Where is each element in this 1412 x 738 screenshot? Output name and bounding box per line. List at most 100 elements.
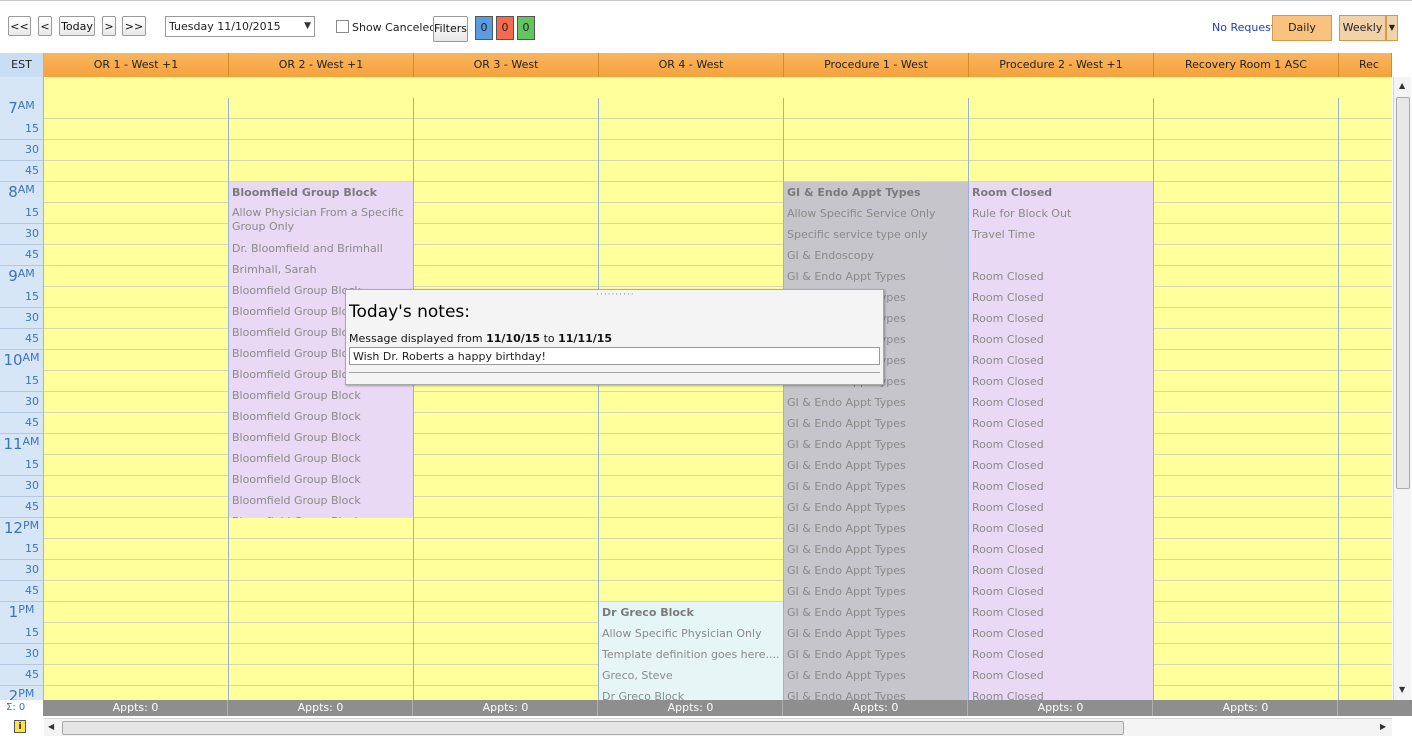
hour-number: 9 bbox=[8, 267, 18, 285]
todays-notes-popup[interactable]: ·········· Today's notes: Message displa… bbox=[345, 289, 884, 385]
block-line: Room Closed bbox=[972, 291, 1044, 304]
last-button[interactable]: >> bbox=[122, 16, 146, 36]
block-line: Room Closed bbox=[972, 396, 1044, 409]
quarter-label: 45 bbox=[0, 161, 43, 182]
vertical-scrollbar[interactable]: ▲ ▼ bbox=[1393, 77, 1411, 700]
all-day-strip[interactable] bbox=[44, 77, 1392, 99]
greco-block[interactable]: Dr Greco Block Allow Specific Physician … bbox=[599, 602, 783, 700]
hour-number: 12 bbox=[3, 519, 23, 537]
block-line: Brimhall, Sarah bbox=[232, 263, 317, 276]
grid-column-or4[interactable]: Dr Greco Block Allow Specific Physician … bbox=[599, 98, 784, 700]
column-header-recovery2[interactable]: Rec bbox=[1339, 53, 1392, 77]
grid-column-or2[interactable]: Bloomfield Group Block Allow Physician F… bbox=[229, 98, 414, 700]
today-button[interactable]: Today bbox=[59, 16, 95, 36]
hour-label: 1PM bbox=[0, 603, 43, 624]
block-line: GI & Endo Appt Types bbox=[787, 480, 906, 493]
block-line: Room Closed bbox=[972, 627, 1044, 640]
block-line: GI & Endo Appt Types bbox=[787, 396, 906, 409]
count-badge-blue[interactable]: 0 bbox=[475, 16, 493, 40]
column-header-recovery1[interactable]: Recovery Room 1 ASC bbox=[1154, 53, 1339, 77]
hour-number: 8 bbox=[8, 183, 18, 201]
toolbar: << < Today > >> Tuesday 11/10/2015 ▼ Sho… bbox=[0, 0, 1412, 51]
count-badge-green[interactable]: 0 bbox=[517, 16, 535, 40]
block-line: Room Closed bbox=[972, 543, 1044, 556]
popup-title: Today's notes: bbox=[349, 302, 470, 322]
block-line: Room Closed bbox=[972, 501, 1044, 514]
first-button[interactable]: << bbox=[8, 16, 31, 36]
block-line: GI & Endo Appt Types bbox=[787, 543, 906, 556]
grid-column-recovery1[interactable] bbox=[1154, 98, 1339, 700]
block-line: Room Closed bbox=[972, 333, 1044, 346]
horizontal-scroll-thumb[interactable] bbox=[62, 721, 1124, 735]
popup-message-prefix: Message displayed from bbox=[349, 332, 487, 345]
count-badge-red[interactable]: 0 bbox=[496, 16, 514, 40]
block-line: GI & Endo Appt Types bbox=[787, 627, 906, 640]
column-header-or2[interactable]: OR 2 - West +1 bbox=[229, 53, 414, 77]
quarter-label: 15 bbox=[0, 371, 43, 392]
block-line: Room Closed bbox=[972, 564, 1044, 577]
quarter-label: 30 bbox=[0, 560, 43, 581]
vertical-scroll-thumb[interactable] bbox=[1396, 97, 1410, 489]
quarter-label: 45 bbox=[0, 245, 43, 266]
hour-label: 2PM bbox=[0, 687, 43, 700]
scroll-left-icon[interactable]: ◀ bbox=[48, 722, 54, 731]
block-line: GI & Endo Appt Types bbox=[787, 648, 906, 661]
block-line: Room Closed bbox=[972, 480, 1044, 493]
hour-number: 10 bbox=[3, 351, 23, 369]
scroll-down-icon[interactable]: ▼ bbox=[1399, 685, 1405, 694]
column-header-or1[interactable]: OR 1 - West +1 bbox=[44, 53, 229, 77]
quarter-label: 30 bbox=[0, 308, 43, 329]
next-button[interactable]: > bbox=[102, 16, 116, 36]
block-line: Room Closed bbox=[972, 606, 1044, 619]
quarter-label: 45 bbox=[0, 413, 43, 434]
block-line: Room Closed bbox=[972, 375, 1044, 388]
grid-column-procedure2[interactable]: Room Closed Rule for Block Out Travel Tim… bbox=[969, 98, 1154, 700]
scroll-right-icon[interactable]: ▶ bbox=[1380, 722, 1386, 731]
chevron-down-icon: ▼ bbox=[304, 21, 311, 31]
sigma-total: Σ: 0 bbox=[0, 700, 43, 716]
column-header-procedure1[interactable]: Procedure 1 - West bbox=[784, 53, 969, 77]
block-line: Allow Specific Physician Only bbox=[602, 627, 762, 640]
block-line: Bloomfield Group Block bbox=[229, 511, 413, 518]
block-line: Bloomfield Group Block bbox=[232, 473, 361, 486]
block-line: Room Closed bbox=[972, 438, 1044, 451]
gi-endo-block[interactable]: GI & Endo Appt Types Allow Specific Serv… bbox=[784, 182, 968, 700]
block-line: Room Closed bbox=[972, 312, 1044, 325]
daily-view-button[interactable]: Daily bbox=[1272, 15, 1332, 41]
block-line: Room Closed bbox=[972, 522, 1044, 535]
timezone-label: EST bbox=[0, 53, 44, 77]
schedule-grid: 7AM 15 30 45 8AM 15 30 45 9AM 15 30 45 10AM 15 30 45 11A… bbox=[0, 77, 1392, 700]
hour-ampm: AM bbox=[22, 351, 40, 364]
popup-message-mid: to bbox=[540, 332, 559, 345]
grid-column-or3[interactable] bbox=[414, 98, 599, 700]
grid-column-procedure1[interactable]: GI & Endo Appt Types Allow Specific Serv… bbox=[784, 98, 969, 700]
column-header-or3[interactable]: OR 3 - West bbox=[414, 53, 599, 77]
no-request-link[interactable]: No Request bbox=[1212, 21, 1275, 34]
block-line: Bloomfield Group Block bbox=[232, 389, 361, 402]
scroll-up-icon[interactable]: ▲ bbox=[1399, 81, 1405, 90]
grid-column-recovery2[interactable] bbox=[1339, 98, 1392, 700]
quarter-label: 15 bbox=[0, 623, 43, 644]
view-dropdown-chevron-icon[interactable]: ▼ bbox=[1386, 15, 1398, 41]
hour-label: 11AM bbox=[0, 435, 43, 456]
hour-ampm: AM bbox=[17, 99, 35, 112]
drag-grip-icon[interactable]: ·········· bbox=[596, 290, 635, 300]
block-line: GI & Endo Appt Types bbox=[787, 501, 906, 514]
popup-note: Wish Dr. Roberts a happy birthday! bbox=[349, 347, 880, 365]
show-canceled-toggle[interactable]: Show Canceled bbox=[336, 20, 436, 36]
room-closed-block[interactable]: Room Closed Rule for Block Out Travel Tim… bbox=[969, 182, 1153, 700]
filters-button[interactable]: Filters bbox=[433, 16, 468, 42]
weekly-view-button[interactable]: Weekly bbox=[1339, 15, 1386, 41]
grid-column-or1[interactable] bbox=[44, 98, 229, 700]
previous-button[interactable]: < bbox=[38, 16, 52, 36]
date-picker[interactable]: Tuesday 11/10/2015 ▼ bbox=[165, 16, 315, 37]
column-header-or4[interactable]: OR 4 - West bbox=[599, 53, 784, 77]
horizontal-scrollbar[interactable]: ◀ ▶ bbox=[44, 718, 1392, 736]
appt-count: Appts: 0 bbox=[969, 700, 1153, 716]
column-header-procedure2[interactable]: Procedure 2 - West +1 bbox=[969, 53, 1154, 77]
column-header-row: EST OR 1 - West +1 OR 2 - West +1 OR 3 -… bbox=[0, 53, 1392, 77]
block-line: Room Closed bbox=[972, 690, 1044, 700]
show-canceled-checkbox[interactable] bbox=[336, 20, 349, 33]
hour-ampm: AM bbox=[17, 267, 35, 280]
info-icon[interactable]: i bbox=[14, 720, 26, 733]
